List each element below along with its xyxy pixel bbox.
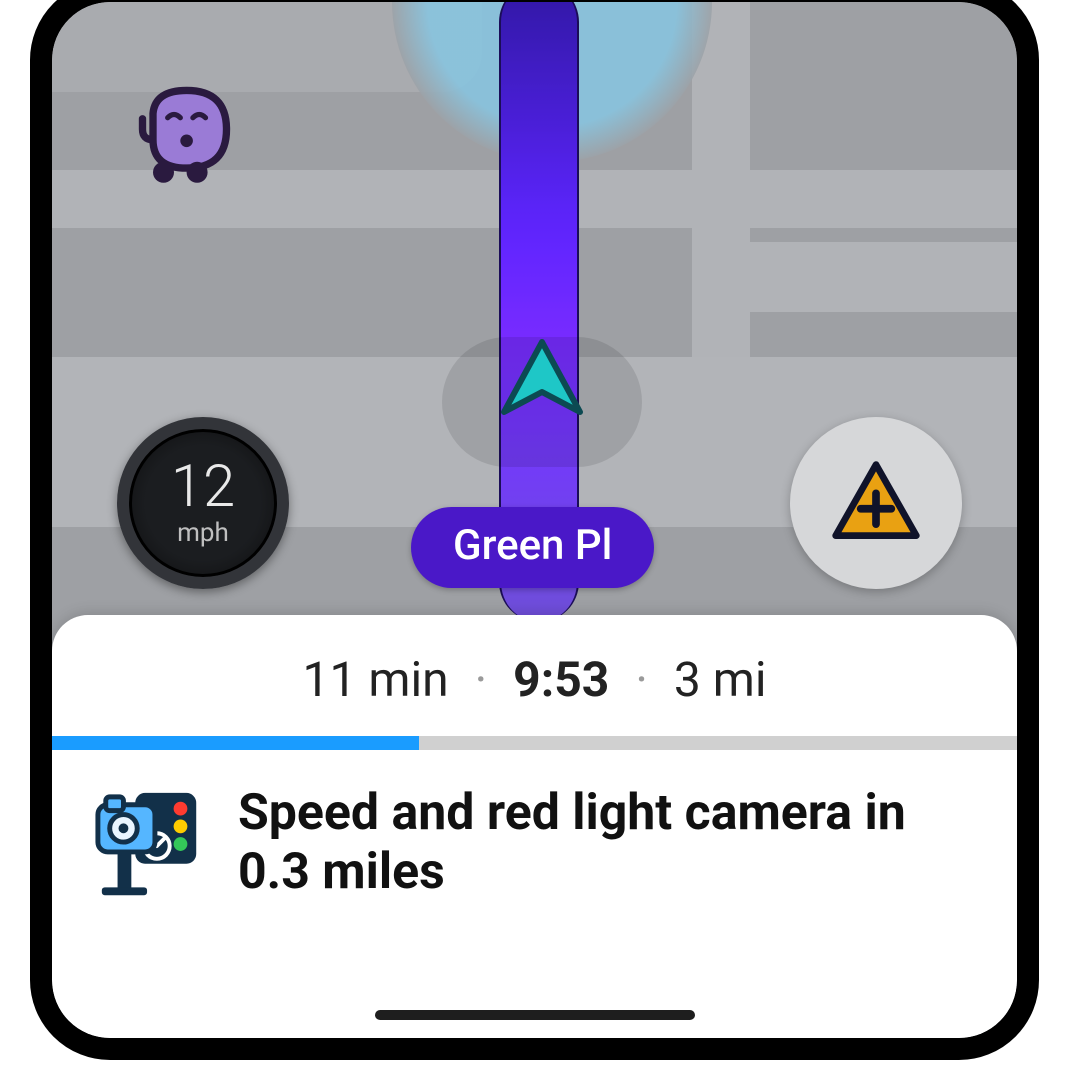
- phone-frame: Green Pl 12 mph 11 min · 9:53: [30, 0, 1039, 1060]
- eta-arrival-time: 9:53: [513, 651, 609, 708]
- route-progress: [52, 736, 1017, 750]
- separator-dot: ·: [475, 651, 488, 708]
- route-progress-fill: [52, 736, 419, 750]
- separator-dot: ·: [635, 651, 648, 708]
- speed-value: 12: [171, 458, 235, 516]
- hazard-alert[interactable]: Speed and red light camera in 0.3 miles: [52, 750, 1017, 902]
- report-button[interactable]: [790, 417, 962, 589]
- eta-bar[interactable]: 11 min · 9:53 · 3 mi: [52, 615, 1017, 736]
- speedometer[interactable]: 12 mph: [117, 417, 289, 589]
- home-indicator[interactable]: [375, 1010, 695, 1020]
- screen: Green Pl 12 mph 11 min · 9:53: [52, 2, 1017, 1038]
- eta-duration: 11 min: [302, 651, 448, 708]
- street-name-label: Green Pl: [453, 521, 612, 570]
- street-name-chip[interactable]: Green Pl: [411, 507, 654, 588]
- speed-camera-icon: [92, 789, 210, 897]
- speed-unit: mph: [177, 518, 229, 548]
- hazard-alert-text: Speed and red light camera in 0.3 miles: [238, 784, 977, 902]
- navigation-arrow-icon: [492, 332, 592, 432]
- report-plus-triangle-icon: [828, 455, 924, 551]
- eta-distance: 3 mi: [674, 651, 767, 708]
- bottom-sheet[interactable]: 11 min · 9:53 · 3 mi: [52, 615, 1017, 1038]
- map-road: [712, 242, 1017, 312]
- wazer-avatar-icon[interactable]: [132, 82, 237, 187]
